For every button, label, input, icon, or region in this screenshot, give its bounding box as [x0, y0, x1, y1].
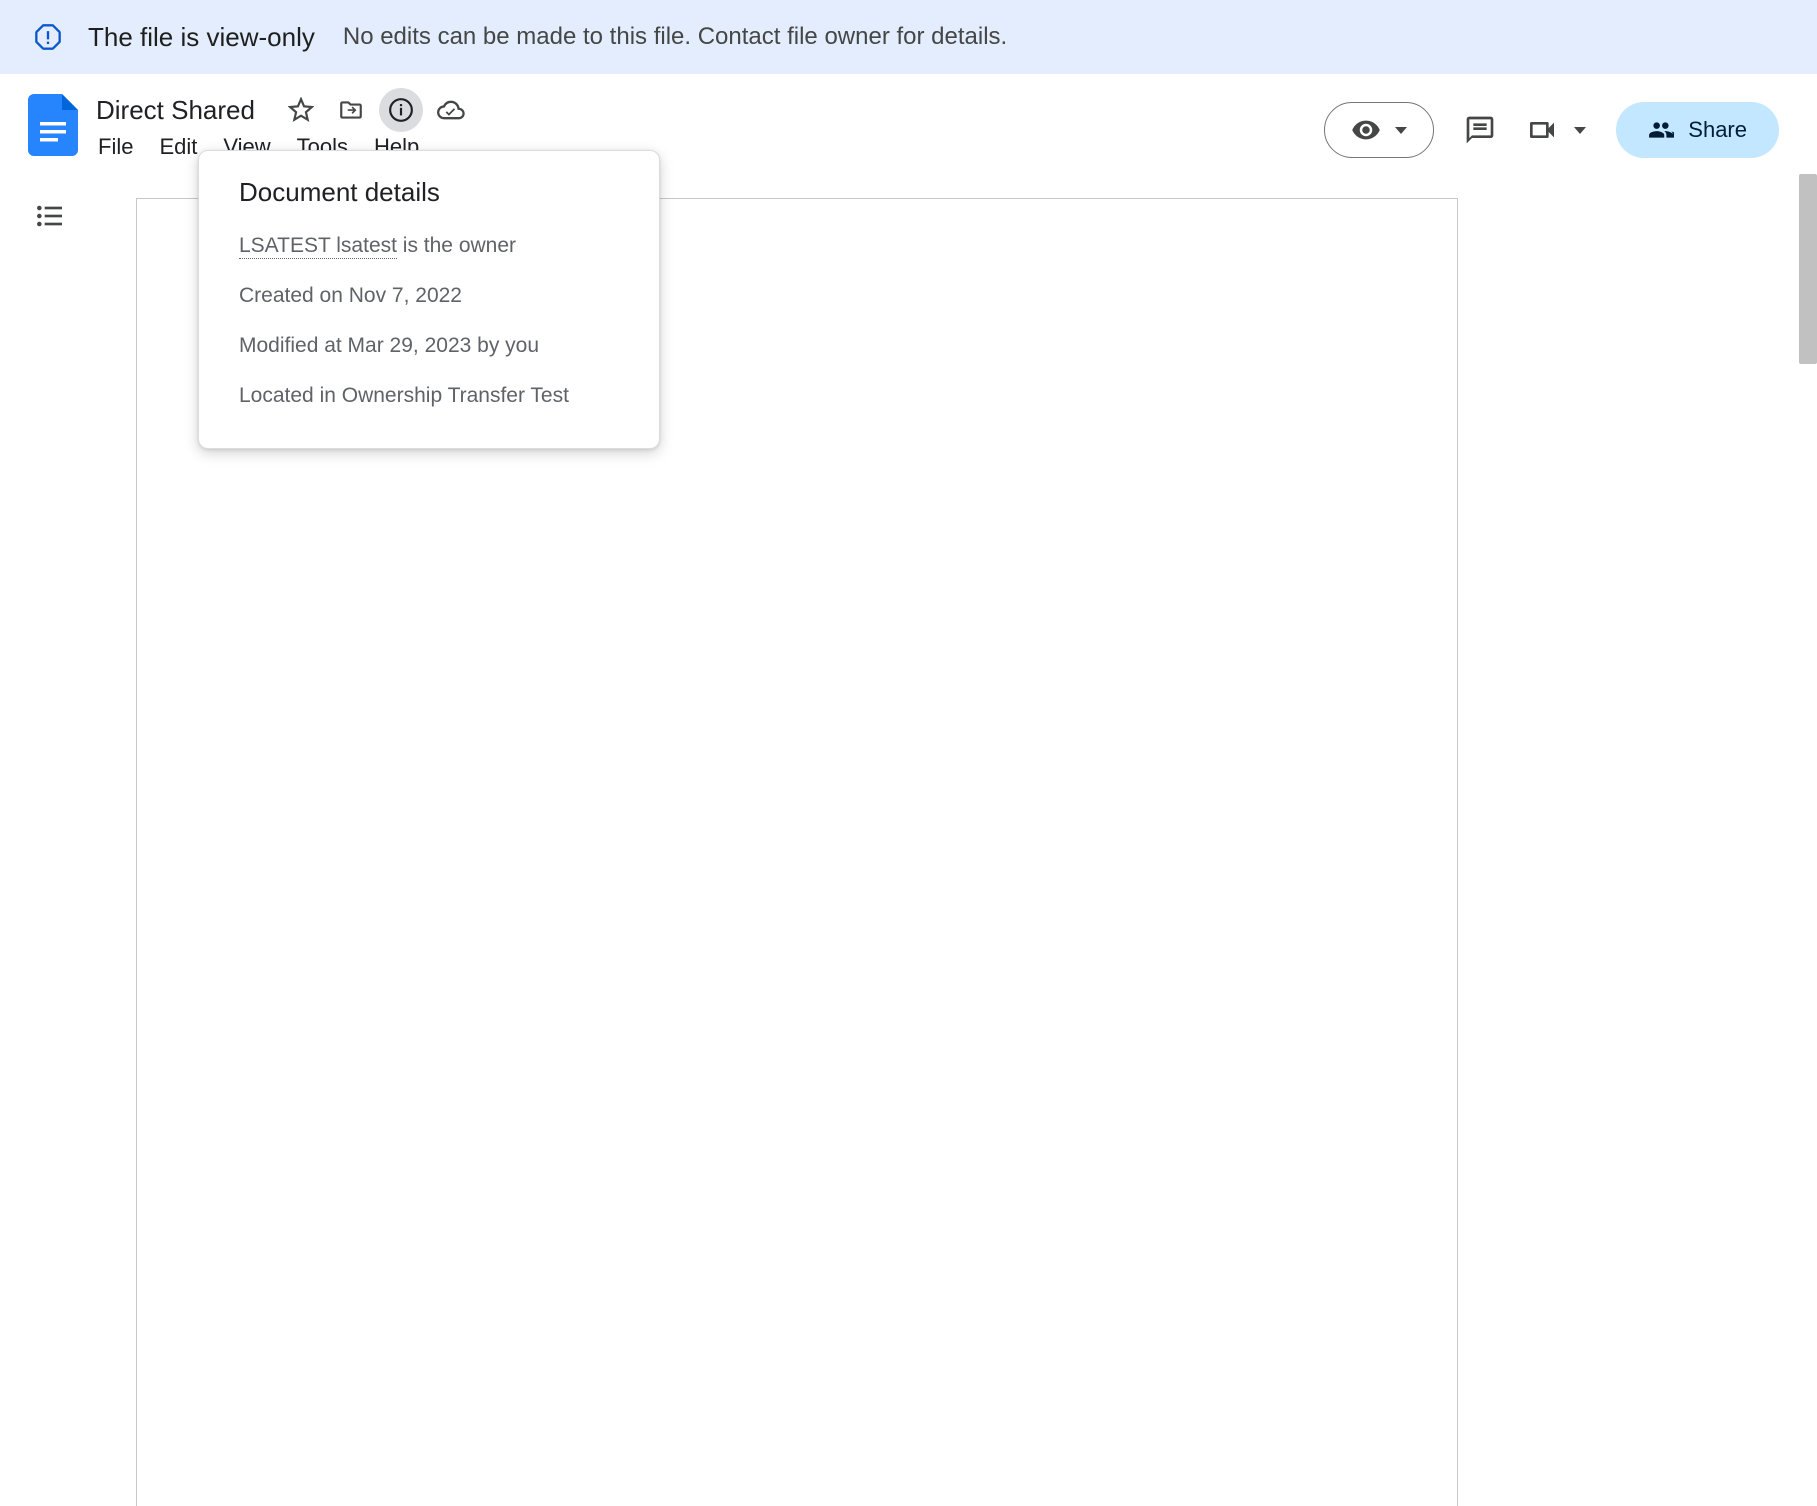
alert-octagon-icon	[34, 23, 62, 51]
banner-subtitle: No edits can be made to this file. Conta…	[343, 23, 1007, 51]
people-icon	[1648, 117, 1674, 143]
share-button[interactable]: Share	[1616, 102, 1779, 158]
menu-file[interactable]: File	[98, 134, 133, 160]
outline-icon	[34, 200, 66, 232]
popover-modified-line: Modified at Mar 29, 2023 by you	[239, 334, 619, 358]
scrollbar[interactable]	[1799, 174, 1817, 364]
eye-icon	[1351, 115, 1381, 145]
star-icon[interactable]	[279, 88, 323, 132]
view-mode-button[interactable]	[1324, 102, 1434, 158]
popover-created-line: Created on Nov 7, 2022	[239, 284, 619, 308]
comment-history-button[interactable]	[1464, 114, 1496, 146]
document-title[interactable]: Direct Shared	[96, 95, 255, 126]
owner-name-link[interactable]: LSATEST lsatest	[239, 234, 397, 259]
popover-title: Document details	[239, 177, 619, 208]
outline-toggle-button[interactable]	[34, 200, 66, 237]
meet-button[interactable]	[1526, 114, 1586, 146]
cloud-status-icon[interactable]	[429, 88, 473, 132]
share-label: Share	[1688, 117, 1747, 143]
comment-icon	[1464, 114, 1496, 146]
popover-owner-line: LSATEST lsatest is the owner	[239, 234, 619, 258]
banner-title: The file is view-only	[88, 22, 315, 53]
menu-edit[interactable]: Edit	[159, 134, 197, 160]
info-icon[interactable]	[379, 88, 423, 132]
chevron-down-icon	[1395, 127, 1407, 134]
document-details-popover: Document details LSATEST lsatest is the …	[198, 150, 660, 449]
popover-location-line: Located in Ownership Transfer Test	[239, 384, 619, 408]
docs-logo-icon[interactable]	[28, 94, 78, 156]
chevron-down-icon	[1574, 127, 1586, 134]
move-folder-icon[interactable]	[329, 88, 373, 132]
video-icon	[1526, 114, 1558, 146]
view-only-banner: The file is view-only No edits can be ma…	[0, 0, 1817, 74]
